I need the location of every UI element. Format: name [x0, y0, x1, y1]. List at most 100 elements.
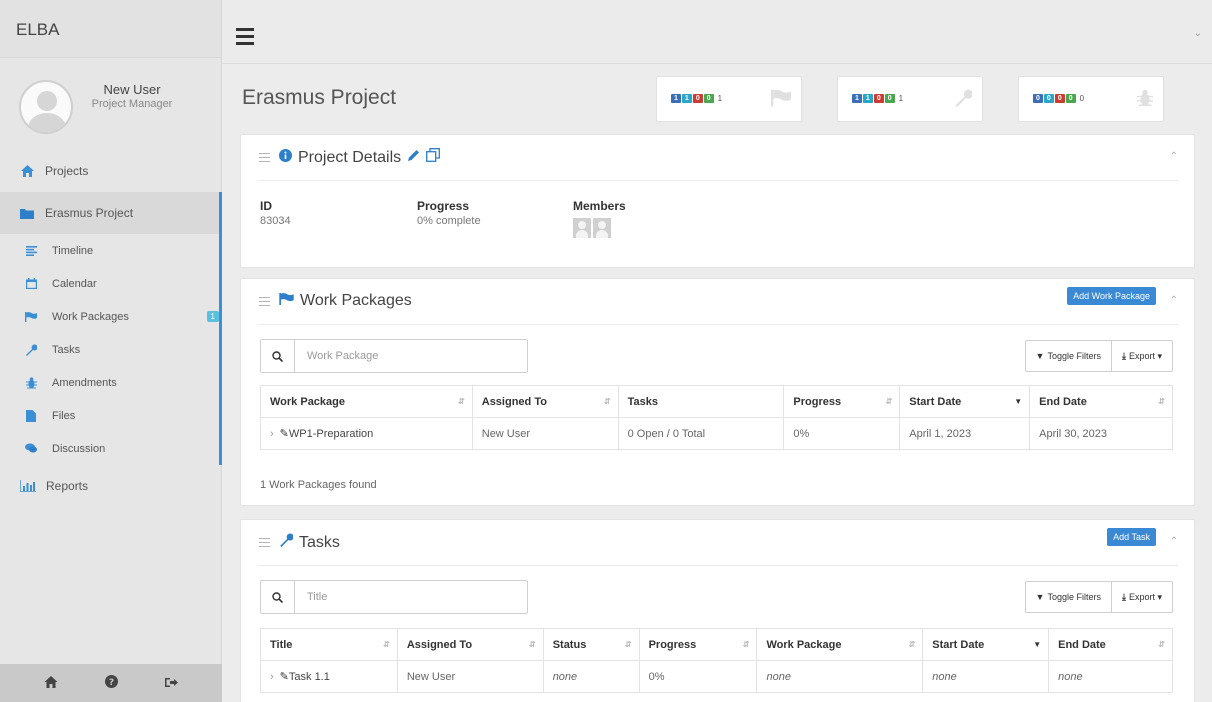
column-header[interactable]: Progress ⇵	[638, 628, 758, 661]
table-actions: ▼ Toggle Filters ⤓ Export ▾	[1024, 581, 1173, 613]
tasks-panel: Tasks Add Task ⌃ ▼Toggle Filters ⤓Export…	[240, 519, 1195, 702]
home-icon[interactable]	[44, 675, 58, 691]
flag-icon	[24, 311, 38, 322]
stat-pill: 0	[703, 94, 714, 103]
hamburger-menu-icon[interactable]	[236, 28, 254, 49]
table-row[interactable]: › ✎Task 1.1 New User none 0% none none no…	[260, 660, 1173, 693]
sidebar-item-label: Tasks	[52, 343, 81, 356]
column-header[interactable]: Assigned To ⇵	[396, 628, 544, 661]
table-cell[interactable]: › ✎Task 1.1	[260, 660, 398, 693]
toggle-filters-button[interactable]: ▼ Toggle Filters	[1026, 341, 1111, 371]
wrench-icon	[279, 533, 294, 552]
app-brand[interactable]: ELBA	[0, 0, 221, 58]
column-header[interactable]: Work Package ⇵	[260, 385, 473, 418]
column-header[interactable]: End Date ⇵	[1029, 385, 1173, 418]
members-label: Members	[573, 199, 626, 213]
add-task-button[interactable]: Add Task	[1107, 528, 1156, 546]
search-input[interactable]	[295, 340, 515, 372]
export-label: Export	[1128, 592, 1155, 602]
table-row[interactable]: › ✎WP1-Preparation New User 0 Open / 0 To…	[260, 417, 1173, 450]
stat-pill: 1	[852, 94, 862, 103]
sidebar-item-label: Calendar	[52, 277, 97, 290]
drag-handle-icon[interactable]	[259, 153, 270, 165]
chevron-down-icon[interactable]: ⌄	[1194, 28, 1202, 39]
stat-work-packages[interactable]: 1 1 0 0 1	[656, 76, 802, 122]
chevron-up-icon[interactable]: ⌃	[1170, 536, 1178, 547]
search-icon[interactable]	[261, 581, 295, 613]
member-avatar[interactable]	[593, 218, 611, 238]
stat-tasks[interactable]: 1 1 0 0 1	[837, 76, 983, 122]
table-actions: ▼ Toggle Filters ⤓ Export ▾	[1024, 340, 1173, 372]
column-header[interactable]: Work Package ⇵	[756, 628, 924, 661]
copy-icon[interactable]	[426, 148, 441, 167]
project-details-panel: Project Details ⌃ ID 83034 Progress 0% c…	[240, 134, 1195, 268]
search-icon[interactable]	[261, 340, 295, 372]
table-cell: none	[922, 660, 1050, 693]
sidebar-item-label: Reports	[46, 479, 89, 493]
id-label: ID	[260, 199, 272, 213]
export-label: Export	[1128, 351, 1155, 361]
help-icon[interactable]: ?	[104, 675, 118, 691]
sidebar-item-label: Files	[52, 409, 76, 422]
sidebar-item-amendments[interactable]: Amendments	[0, 366, 222, 399]
table-cell: none	[542, 660, 640, 693]
bar-chart-icon	[18, 480, 38, 492]
sidebar-item-calendar[interactable]: Calendar	[0, 267, 222, 300]
chevron-up-icon[interactable]: ⌃	[1170, 295, 1178, 306]
add-work-package-button[interactable]: Add Work Package	[1067, 287, 1156, 305]
sidebar-item-timeline[interactable]: Timeline	[0, 234, 222, 267]
sidebar-item-erasmus-project[interactable]: Erasmus Project	[0, 192, 222, 234]
edit-icon[interactable]	[407, 149, 420, 167]
table-cell[interactable]: › ✎WP1-Preparation	[260, 417, 473, 450]
user-name: New User	[103, 82, 161, 97]
sidebar-item-files[interactable]: Files	[0, 399, 222, 432]
chevron-up-icon[interactable]: ⌃	[1170, 151, 1178, 162]
column-header[interactable]: Assigned To ⇵	[471, 385, 619, 418]
svg-text:?: ?	[109, 678, 114, 688]
toggle-filters-label: Toggle Filters	[1047, 592, 1101, 602]
table-header-row: Work Package ⇵ Assigned To ⇵ Tasks Progres…	[260, 385, 1173, 418]
toggle-filters-button[interactable]: ▼ Toggle Filters	[1026, 582, 1111, 612]
export-button[interactable]: ⤓ Export ▾	[1110, 341, 1172, 371]
column-header[interactable]: Title ⇵	[260, 628, 398, 661]
stat-pill: 0	[884, 94, 895, 103]
column-header[interactable]: Start Date ▼	[899, 385, 1031, 418]
panel-title: Work Packages	[300, 292, 412, 309]
user-role: Project Manager	[91, 98, 173, 110]
bug-icon	[24, 376, 38, 389]
page-title: Erasmus Project	[242, 86, 397, 109]
sidebar-item-discussion[interactable]: Discussion	[0, 432, 222, 465]
logout-icon[interactable]	[165, 675, 179, 691]
calendar-icon	[24, 278, 38, 289]
drag-handle-icon[interactable]	[259, 538, 270, 550]
sidebar-item-projects[interactable]: Projects	[0, 150, 222, 192]
top-bar: ⌄	[222, 0, 1212, 64]
export-button[interactable]: ⤓ Export ▾	[1110, 582, 1172, 612]
progress-value: 0% complete	[417, 215, 481, 227]
edit-icon[interactable]: ✎	[280, 428, 289, 440]
comments-icon	[24, 443, 38, 454]
sidebar: ELBA New User Project Manager Projects E…	[0, 0, 222, 702]
sidebar-item-work-packages[interactable]: Work Packages 1	[0, 300, 222, 333]
sidebar-item-tasks[interactable]: Tasks	[0, 333, 222, 366]
table-cell: April 30, 2023	[1029, 417, 1173, 450]
sidebar-item-label: Projects	[45, 164, 89, 178]
avatar[interactable]	[19, 80, 73, 134]
column-header[interactable]: End Date ⇵	[1048, 628, 1173, 661]
drag-handle-icon[interactable]	[259, 297, 270, 309]
member-avatar[interactable]	[573, 218, 591, 238]
column-header[interactable]: Status ⇵	[542, 628, 640, 661]
column-header[interactable]: Progress ⇵	[783, 385, 901, 418]
edit-icon[interactable]: ✎	[280, 671, 289, 683]
column-header[interactable]: Tasks	[617, 385, 785, 418]
search-input[interactable]	[295, 581, 515, 613]
info-icon	[279, 148, 292, 167]
table-header-row: Title ⇵ Assigned To ⇵ Status ⇵ Progress ⇵ Wo…	[260, 628, 1173, 661]
column-header[interactable]: Start Date ▼	[922, 628, 1050, 661]
tasks-table: Title ⇵ Assigned To ⇵ Status ⇵ Progress ⇵ Wo…	[260, 628, 1173, 693]
table-cell: April 1, 2023	[899, 417, 1031, 450]
stat-amendments[interactable]: 0 0 0 0 0	[1018, 76, 1164, 122]
stat-pill: 1	[671, 94, 681, 103]
list-icon	[24, 245, 38, 256]
sidebar-item-reports[interactable]: Reports	[0, 465, 222, 507]
